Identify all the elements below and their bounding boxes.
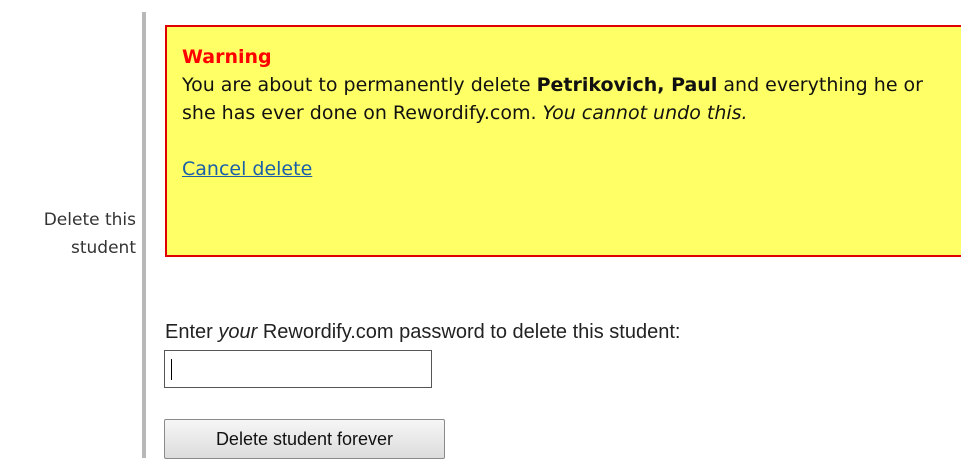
- vertical-divider: [142, 12, 146, 458]
- password-prompt: Enter your Rewordify.com password to del…: [165, 319, 680, 345]
- warning-spacer: [182, 127, 961, 155]
- password-prompt-before: Enter: [165, 321, 219, 343]
- password-prompt-after: Rewordify.com password to delete this st…: [257, 321, 681, 343]
- warning-text-before-name: You are about to permanently delete: [182, 74, 537, 96]
- password-prompt-emphasis: your: [218, 321, 258, 343]
- password-input[interactable]: [164, 350, 432, 388]
- delete-warning-box: Warning You are about to permanently del…: [165, 25, 961, 257]
- delete-student-forever-button[interactable]: Delete student forever: [164, 419, 445, 459]
- delete-student-row-label: Delete this student: [43, 210, 136, 258]
- student-name: Petrikovich, Paul: [536, 74, 718, 96]
- text-cursor: [171, 359, 172, 380]
- cannot-undo-text: You cannot undo this.: [542, 102, 748, 124]
- warning-title: Warning: [182, 46, 272, 68]
- warning-message: You are about to permanently delete Petr…: [182, 71, 961, 127]
- cancel-delete-link[interactable]: Cancel delete: [182, 158, 312, 180]
